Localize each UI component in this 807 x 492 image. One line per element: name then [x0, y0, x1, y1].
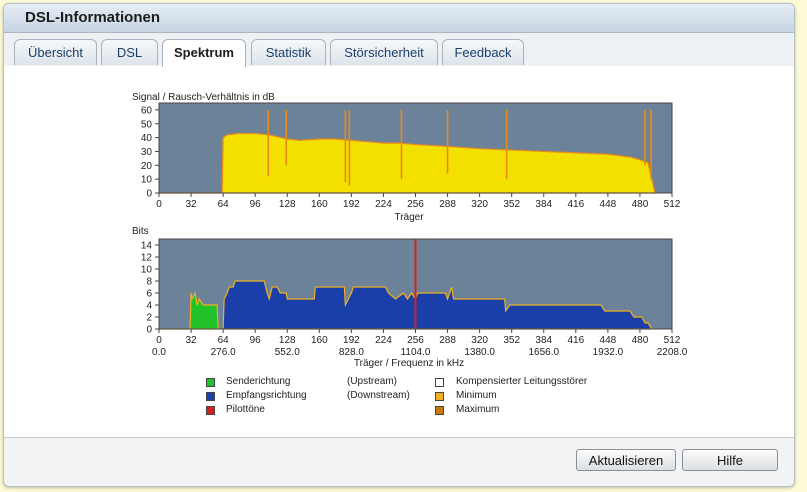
- snr-xtick-label: 320: [471, 199, 488, 210]
- spectrum-charts: Signal / Rausch-Verhältnis in dB 0102030…: [132, 92, 688, 369]
- bits-xtick-label: 32: [186, 335, 198, 346]
- bits-khz-label: 0.0: [152, 347, 166, 358]
- bits-khz-label: 1656.0: [528, 347, 559, 358]
- legend-maximum-label: Maximum: [456, 404, 500, 415]
- legend-upstream-note: (Upstream): [347, 376, 398, 387]
- snr-ytick-label: 40: [141, 133, 153, 144]
- bits-xtick-label: 480: [632, 335, 649, 346]
- bits-ytick-label: 6: [146, 289, 152, 300]
- bits-xlabel: Träger / Frequenz in kHz: [354, 358, 464, 369]
- bits-xtick-label: 128: [279, 335, 296, 346]
- bits-chart: 02468101214 0 32 64 96 128 160 192 224 256 288 320 3…: [141, 238, 688, 358]
- snr-xtick-label: 224: [375, 199, 392, 210]
- snr-xtick-label: 448: [600, 199, 617, 210]
- snr-xtick-label: 352: [503, 199, 520, 210]
- title-bar: DSL-Informationen: [4, 4, 794, 33]
- bits-ytick-label: 8: [146, 277, 152, 288]
- legend-downstream-label: Empfangsrichtung: [226, 390, 307, 401]
- bits-xtick-label: 224: [375, 335, 392, 346]
- legend-minimum-label: Minimum: [456, 390, 497, 401]
- bits-khz-label: 276.0: [211, 347, 236, 358]
- bits-xtick-label: 192: [343, 335, 360, 346]
- bits-khz-label: 1932.0: [593, 347, 624, 358]
- bits-ytick-label: 14: [141, 241, 153, 252]
- snr-xtick-label: 32: [186, 199, 198, 210]
- bits-xtick-label: 448: [600, 335, 617, 346]
- snr-xtick-label: 416: [567, 199, 584, 210]
- tab-statistik[interactable]: Statistik: [251, 39, 326, 65]
- snr-xtick-label: 128: [279, 199, 296, 210]
- snr-ytick-label: 20: [141, 161, 153, 172]
- legend-maximum-swatch: [435, 406, 444, 415]
- legend-pilot-label: Pilottöne: [226, 404, 265, 415]
- page-title: DSL-Informationen: [25, 9, 160, 26]
- snr-ytick-label: 0: [146, 189, 152, 200]
- bits-ylabel: Bits: [132, 226, 149, 237]
- snr-xlabel: Träger: [394, 212, 424, 223]
- bits-khz-label: 552.0: [275, 347, 300, 358]
- snr-ytick-label: 60: [141, 105, 153, 116]
- legend-pilot-swatch: [206, 406, 215, 415]
- tab-uebersicht[interactable]: Übersicht: [14, 39, 97, 65]
- bits-ytick-label: 2: [146, 313, 152, 324]
- snr-xtick-label: 512: [664, 199, 681, 210]
- bits-xtick-label: 96: [250, 335, 262, 346]
- snr-ytick-label: 30: [141, 147, 153, 158]
- snr-ylabel: Signal / Rausch-Verhältnis in dB: [132, 92, 275, 103]
- snr-xtick-label: 192: [343, 199, 360, 210]
- snr-xtick-label: 288: [439, 199, 456, 210]
- bits-xtick-label: 160: [311, 335, 328, 346]
- legend-downstream-swatch: [206, 392, 215, 401]
- snr-xtick-label: 96: [250, 199, 262, 210]
- bits-xtick-label: 384: [535, 335, 552, 346]
- tab-feedback[interactable]: Feedback: [442, 39, 524, 65]
- snr-xtick-label: 64: [218, 199, 230, 210]
- bits-khz-label: 828.0: [339, 347, 364, 358]
- bits-ytick-label: 0: [146, 325, 152, 336]
- snr-xtick-label: 480: [632, 199, 649, 210]
- bits-xtick-label: 64: [218, 335, 230, 346]
- bits-xtick-label: 320: [471, 335, 488, 346]
- legend-upstream-label: Senderichtung: [226, 376, 291, 387]
- bits-xtick-label: 288: [439, 335, 456, 346]
- snr-chart: 0 10 20 30 40 50 60 0 32 64 96 128 160 192 224 256 288 32…: [141, 102, 681, 210]
- snr-xtick-label: 256: [407, 199, 424, 210]
- snr-ytick-label: 10: [141, 175, 153, 186]
- tab-stoersicherheit[interactable]: Störsicherheit: [330, 39, 438, 65]
- bits-khz-label: 1380.0: [464, 347, 495, 358]
- bits-xtick-label: 416: [567, 335, 584, 346]
- legend-compensated-label: Kompensierter Leitungsstörer: [456, 376, 588, 387]
- legend-compensated-swatch: [435, 378, 444, 387]
- bits-ytick-label: 12: [141, 253, 153, 264]
- dsl-info-panel: DSL-Informationen Übersicht DSL Spektrum…: [3, 3, 795, 487]
- snr-ytick-label: 50: [141, 119, 153, 130]
- snr-xtick-label: 384: [535, 199, 552, 210]
- refresh-button[interactable]: Aktualisieren: [576, 449, 676, 471]
- bits-khz-label: 2208.0: [657, 347, 688, 358]
- bits-xtick-label: 256: [407, 335, 424, 346]
- legend-downstream-note: (Downstream): [347, 390, 410, 401]
- snr-xtick-label: 160: [311, 199, 328, 210]
- bits-xtick-label: 512: [664, 335, 681, 346]
- bits-ytick-label: 4: [146, 301, 152, 312]
- tab-spektrum[interactable]: Spektrum: [162, 39, 246, 67]
- help-button[interactable]: Hilfe: [682, 449, 778, 471]
- legend-minimum-swatch: [435, 392, 444, 401]
- bits-xtick-label: 352: [503, 335, 520, 346]
- bits-khz-label: 1104.0: [401, 347, 431, 358]
- tab-dsl[interactable]: DSL: [101, 39, 158, 65]
- snr-xtick-label: 0: [156, 199, 162, 210]
- bits-ytick-label: 10: [141, 265, 153, 276]
- legend-upstream-swatch: [206, 378, 215, 387]
- bits-xtick-label: 0: [156, 335, 162, 346]
